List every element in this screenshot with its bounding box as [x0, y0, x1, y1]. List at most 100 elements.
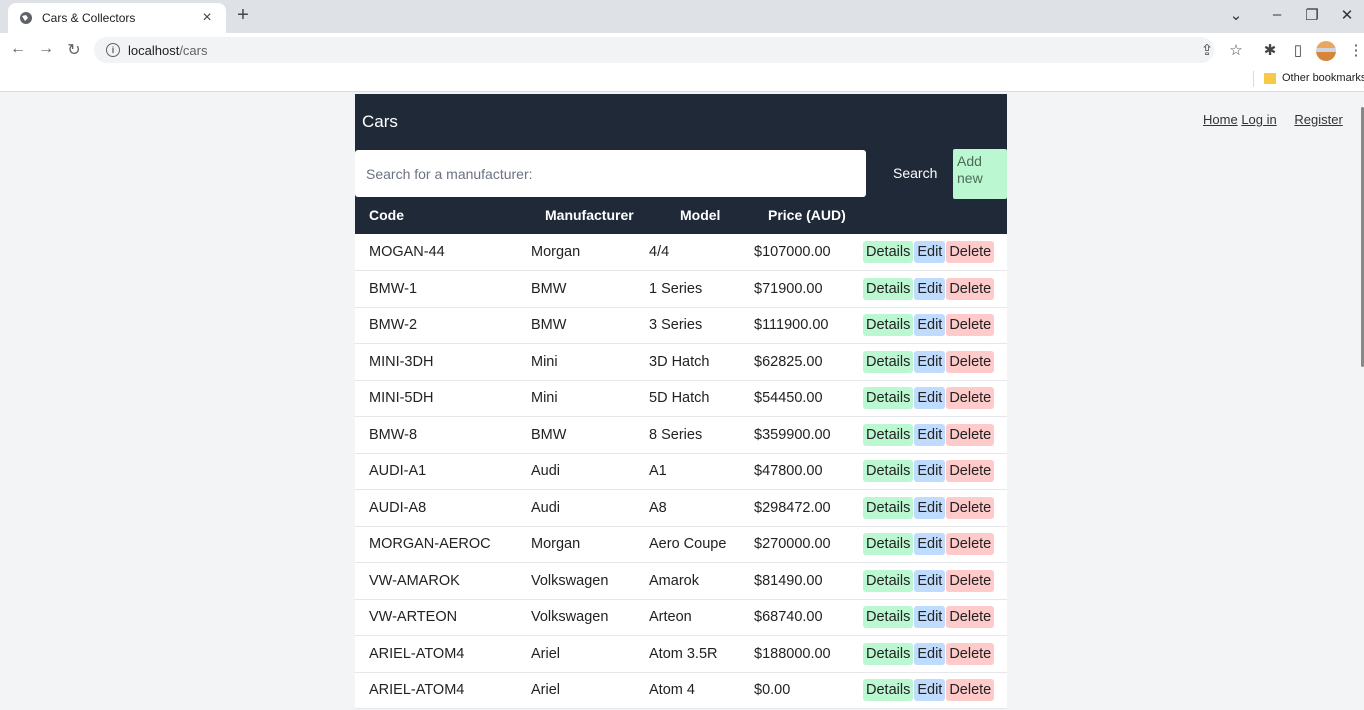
- cell-model: Arteon: [649, 599, 754, 636]
- panel-header: Cars Search Add new Code Manufacturer Mo…: [355, 94, 1007, 234]
- profile-avatar[interactable]: [1316, 41, 1336, 61]
- edit-button[interactable]: Edit: [914, 606, 946, 629]
- details-button[interactable]: Details: [863, 350, 914, 373]
- table-row: MINI-5DH Mini 5D Hatch $54450.00 Details Edit…: [355, 380, 1007, 417]
- edit-button[interactable]: Edit: [914, 679, 946, 702]
- cell-actions: Details Edit Delete: [863, 489, 1007, 527]
- cell-manufacturer: Ariel: [531, 635, 649, 673]
- cell-actions: Details Edit Delete: [863, 453, 1007, 490]
- register-link[interactable]: Register: [1294, 112, 1342, 127]
- details-button[interactable]: Details: [863, 533, 914, 556]
- delete-button[interactable]: Delete: [946, 460, 995, 483]
- more-menu-icon[interactable]: ⋮: [1346, 41, 1364, 59]
- edit-button[interactable]: Edit: [914, 569, 946, 592]
- page-title: Cars: [362, 112, 398, 131]
- details-button[interactable]: Details: [863, 496, 914, 519]
- edit-button[interactable]: Edit: [914, 387, 946, 410]
- cell-model: Atom 4: [649, 672, 754, 709]
- home-link[interactable]: Home: [1203, 112, 1238, 127]
- details-button[interactable]: Details: [863, 423, 914, 446]
- add-new-button[interactable]: Add new: [953, 149, 1007, 199]
- delete-button[interactable]: Delete: [946, 569, 995, 592]
- new-tab-button[interactable]: +: [232, 4, 254, 27]
- delete-button[interactable]: Delete: [946, 606, 995, 629]
- table-row: AUDI-A1 Audi A1 $47800.00 Details Edit Delete: [355, 453, 1007, 490]
- edit-button[interactable]: Edit: [914, 642, 946, 665]
- cell-model: 5D Hatch: [649, 380, 754, 417]
- cell-code: VW-AMAROK: [355, 562, 531, 600]
- details-button[interactable]: Details: [863, 606, 914, 629]
- cell-model: Aero Coupe: [649, 526, 754, 563]
- edit-button[interactable]: Edit: [914, 314, 946, 337]
- details-button[interactable]: Details: [863, 387, 914, 410]
- details-button[interactable]: Details: [863, 314, 914, 337]
- browser-tab-bar: Cars & Collectors × + ⌄ – ❐ ✕: [0, 0, 1364, 33]
- delete-button[interactable]: Delete: [946, 533, 995, 556]
- edit-button[interactable]: Edit: [914, 241, 946, 263]
- delete-button[interactable]: Delete: [946, 350, 995, 373]
- reload-icon[interactable]: ↻: [64, 40, 84, 60]
- delete-button[interactable]: Delete: [946, 314, 995, 337]
- minimize-icon[interactable]: –: [1267, 6, 1287, 23]
- details-button[interactable]: Details: [863, 569, 914, 592]
- share-icon[interactable]: ⇪: [1197, 41, 1217, 59]
- search-input[interactable]: [355, 150, 866, 197]
- url-path: /cars: [179, 42, 208, 58]
- details-button[interactable]: Details: [863, 460, 914, 483]
- login-link[interactable]: Log in: [1241, 112, 1276, 127]
- extensions-icon[interactable]: ✱: [1260, 41, 1280, 59]
- other-bookmarks[interactable]: Other bookmarks: [1282, 72, 1364, 84]
- cell-code: VW-ARTEON: [355, 599, 531, 636]
- cell-model: 3 Series: [649, 307, 754, 344]
- delete-button[interactable]: Delete: [946, 496, 995, 519]
- cell-model: 4/4: [649, 234, 754, 271]
- delete-button[interactable]: Delete: [946, 423, 995, 446]
- cell-price: $270000.00: [754, 526, 863, 563]
- delete-button[interactable]: Delete: [946, 277, 995, 300]
- table-row: MORGAN-AEROC Morgan Aero Coupe $270000.00 De…: [355, 526, 1007, 563]
- star-icon[interactable]: ☆: [1226, 41, 1246, 59]
- close-window-icon[interactable]: ✕: [1337, 6, 1357, 24]
- cell-manufacturer: Volkswagen: [531, 562, 649, 600]
- url-bar[interactable]: i localhost/cars: [94, 37, 1214, 63]
- delete-button[interactable]: Delete: [946, 679, 995, 702]
- table-row: BMW-2 BMW 3 Series $111900.00 Details Edit Del…: [355, 307, 1007, 344]
- forward-arrow-icon[interactable]: →: [36, 40, 56, 58]
- side-panel-icon[interactable]: ▯: [1288, 41, 1308, 59]
- details-button[interactable]: Details: [863, 642, 914, 665]
- cell-code: MINI-3DH: [355, 343, 531, 381]
- details-button[interactable]: Details: [863, 241, 914, 263]
- cell-model: A8: [649, 489, 754, 527]
- back-arrow-icon[interactable]: ←: [8, 40, 28, 58]
- browser-tab[interactable]: Cars & Collectors ×: [8, 3, 226, 33]
- close-tab-icon[interactable]: ×: [198, 9, 216, 27]
- column-header-price: Price (AUD): [768, 207, 846, 223]
- details-button[interactable]: Details: [863, 277, 914, 300]
- delete-button[interactable]: Delete: [946, 241, 995, 263]
- cell-manufacturer: Ariel: [531, 672, 649, 709]
- cell-actions: Details Edit Delete: [863, 234, 1007, 271]
- edit-button[interactable]: Edit: [914, 277, 946, 300]
- cell-manufacturer: Audi: [531, 453, 649, 490]
- cell-price: $107000.00: [754, 234, 863, 271]
- edit-button[interactable]: Edit: [914, 423, 946, 446]
- cars-table: MOGAN-44 Morgan 4/4 $107000.00 Details Edit De…: [355, 234, 1007, 709]
- search-button[interactable]: Search: [893, 165, 937, 181]
- details-button[interactable]: Details: [863, 679, 914, 702]
- cars-table-body: MOGAN-44 Morgan 4/4 $107000.00 Details Edit De…: [355, 234, 1007, 709]
- chevron-down-icon[interactable]: ⌄: [1226, 6, 1246, 24]
- delete-button[interactable]: Delete: [946, 387, 995, 410]
- table-row: ARIEL-ATOM4 Ariel Atom 3.5R $188000.00 Detai…: [355, 635, 1007, 673]
- delete-button[interactable]: Delete: [946, 642, 995, 665]
- edit-button[interactable]: Edit: [914, 350, 946, 373]
- cell-actions: Details Edit Delete: [863, 416, 1007, 454]
- site-info-icon[interactable]: i: [106, 43, 120, 57]
- edit-button[interactable]: Edit: [914, 496, 946, 519]
- tab-title: Cars & Collectors: [42, 11, 136, 25]
- folder-icon[interactable]: [1264, 73, 1276, 84]
- restore-icon[interactable]: ❐: [1302, 6, 1322, 24]
- edit-button[interactable]: Edit: [914, 533, 946, 556]
- edit-button[interactable]: Edit: [914, 460, 946, 483]
- cell-code: BMW-2: [355, 307, 531, 344]
- cell-manufacturer: Morgan: [531, 234, 649, 271]
